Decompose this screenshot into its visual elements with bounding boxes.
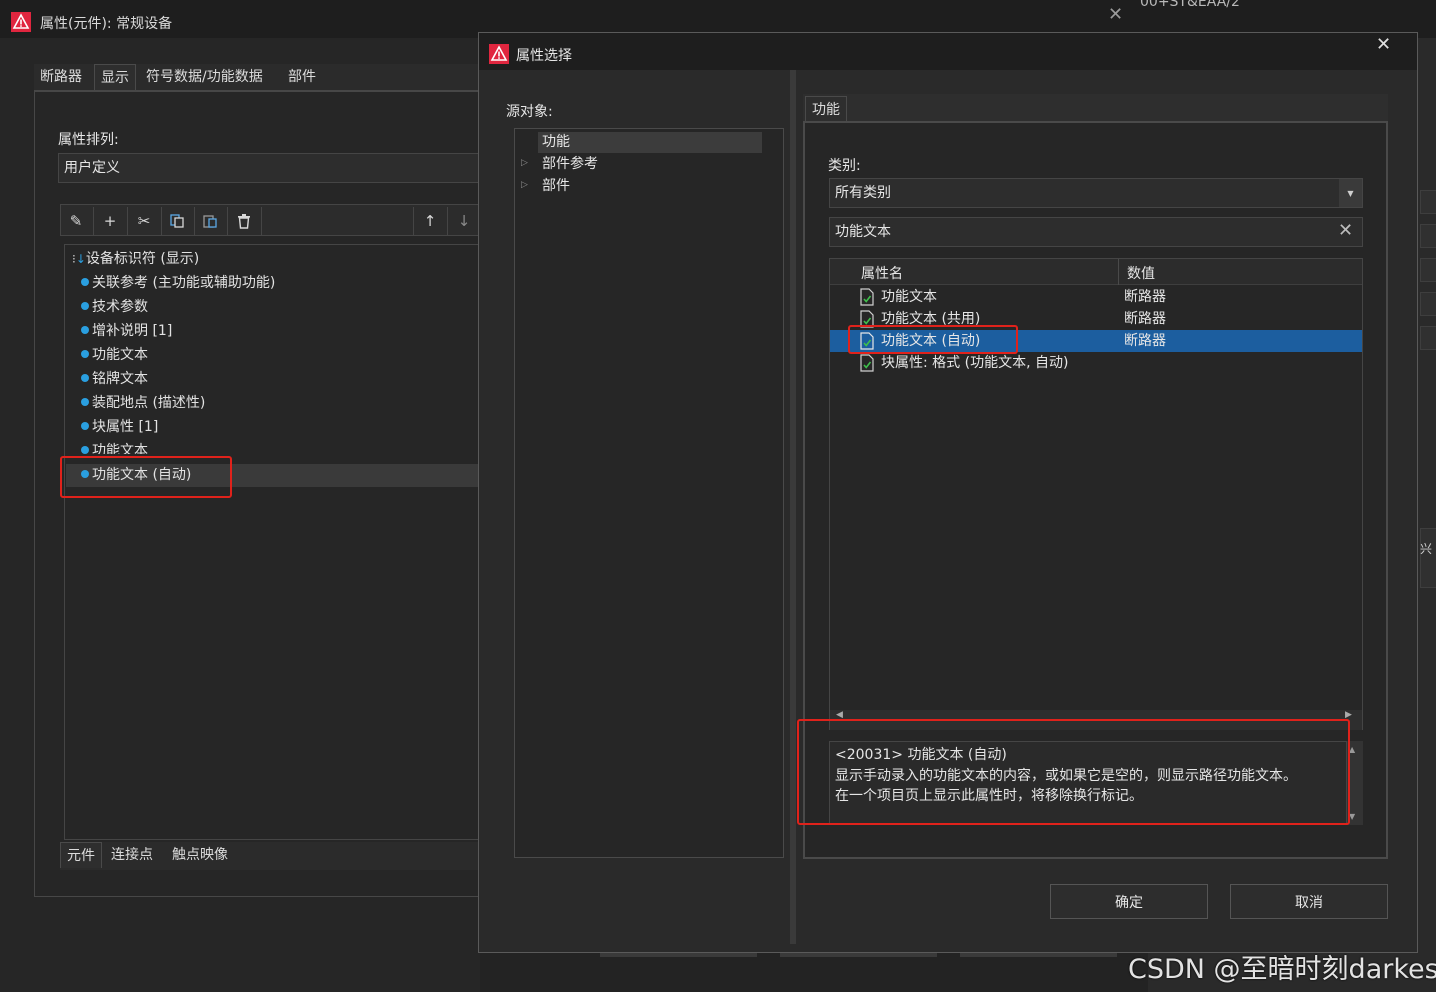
behind-window-text: 00+ST&EAA/2 [1140,0,1240,10]
bullet-icon [81,350,89,358]
strip-box [1420,258,1436,282]
strip-box [1420,292,1436,316]
background-button-edge [960,953,1117,957]
attribute-name: 块属性: 格式 (功能文本, 自动) [881,355,1069,371]
attribute-value: 断路器 [1124,289,1166,305]
toolbar-divider [413,207,414,235]
plus-icon[interactable]: + [95,208,125,234]
bullet-icon [81,278,89,286]
tab-display[interactable]: 显示 [94,64,136,90]
table-row[interactable]: 块属性: 格式 (功能文本, 自动) [830,352,1362,374]
bullet-icon [81,302,89,310]
chevron-down-icon[interactable]: ▼ [1339,179,1362,207]
background-button-edge [600,953,757,957]
strip-box [1420,224,1436,248]
annotation-highlight [797,719,1350,825]
bullet-icon [81,374,89,382]
list-item[interactable]: 增补说明 [1] [81,320,172,342]
arrow-up-icon[interactable]: ↑ [415,208,445,234]
paste-icon[interactable] [195,208,225,234]
tab-connection-points[interactable]: 连接点 [105,842,159,868]
list-item[interactable]: 功能文本 [81,440,148,454]
expand-icon[interactable]: ▷ [521,158,528,168]
list-item[interactable]: 铭牌文本 [81,368,148,390]
tab-circuit-breaker[interactable]: 断路器 [34,64,88,90]
list-item[interactable]: 装配地点 (描述性) [81,392,205,414]
background-window-title: 属性(元件): 常规设备 [40,16,173,32]
dialog-title: 属性选择 [516,48,572,64]
source-item-function[interactable]: 功能 [542,131,570,153]
bullet-icon [81,422,89,430]
source-item-part-reference[interactable]: 部件参考 [542,153,598,175]
pencil-icon[interactable]: ✎ [61,208,91,234]
copy-icon[interactable] [162,208,192,234]
table-row[interactable]: 功能文本 断路器 [830,286,1362,308]
list-item[interactable]: 功能文本 [81,344,148,366]
checked-document-icon [860,288,874,306]
list-item[interactable]: 块属性 [1] [81,416,158,438]
category-label: 类别: [828,158,861,174]
attribute-value: 断路器 [1124,333,1166,349]
tab-contact-image[interactable]: 触点映像 [166,842,234,868]
dialog-titlebar [478,32,1418,70]
clear-icon[interactable]: ✕ [1338,220,1353,241]
grid-header [830,259,1362,285]
tab-function[interactable]: 功能 [805,96,847,122]
toolbar-divider [447,207,448,235]
arrow-down-icon[interactable]: ↓ [449,208,479,234]
expand-icon[interactable]: ▷ [521,180,528,190]
property-toolbar: ✎ + ✂ ↑ ↓ [60,204,480,236]
pane-splitter[interactable] [790,70,796,944]
tab-component[interactable]: 元件 [60,842,102,868]
category-select[interactable]: 所有类别 [829,178,1363,208]
app-logo-icon [489,44,509,64]
attribute-value: 断路器 [1124,311,1166,327]
right-tab-bar [803,94,1388,122]
toolbar-divider [127,207,128,235]
background-button-edge [780,953,937,957]
toolbar-divider [227,207,228,235]
behind-window-label: 兴 [1420,542,1433,556]
toolbar-divider [93,207,94,235]
cancel-button[interactable]: 取消 [1230,884,1388,919]
bullet-icon [81,446,89,454]
column-header-value[interactable]: 数值 [1127,263,1155,283]
checked-document-icon [860,354,874,372]
list-item[interactable]: 技术参数 [81,296,148,318]
annotation-highlight [60,456,232,498]
list-item[interactable]: 关联参考 (主功能或辅助功能) [81,272,275,294]
column-header-name[interactable]: 属性名 [861,263,903,283]
source-object-label: 源对象: [506,104,553,120]
column-divider[interactable] [1118,259,1119,285]
attribute-name: 功能文本 [881,289,937,305]
bullet-icon [81,326,89,334]
list-item[interactable]: ⁝↓设备标识符 (显示) [72,248,199,270]
source-object-tree [514,128,784,858]
tab-parts[interactable]: 部件 [282,64,322,90]
sort-order-icon: ⁝↓ [72,252,86,266]
tab-symbol-function-data[interactable]: 符号数据/功能数据 [140,64,269,90]
annotation-highlight [848,325,1018,354]
close-icon[interactable]: ✕ [1376,34,1391,55]
strip-box [1420,326,1436,350]
strip-box [1420,528,1436,588]
attribute-order-select[interactable]: 用户定义 [58,153,480,183]
search-input[interactable]: 功能文本 [829,217,1363,247]
app-logo-icon [11,12,31,32]
source-selected-highlight [538,132,762,153]
trash-icon[interactable] [229,208,259,234]
cut-icon[interactable]: ✂ [129,208,159,234]
strip-box [1420,190,1436,214]
bullet-icon [81,398,89,406]
toolbar-divider [261,207,262,235]
watermark: CSDN @至暗时刻darkest [1128,954,1436,985]
background-close-icon[interactable]: ✕ [1108,4,1123,25]
ok-button[interactable]: 确定 [1050,884,1208,919]
source-item-part[interactable]: 部件 [542,175,570,197]
attribute-order-label: 属性排列: [58,132,119,148]
